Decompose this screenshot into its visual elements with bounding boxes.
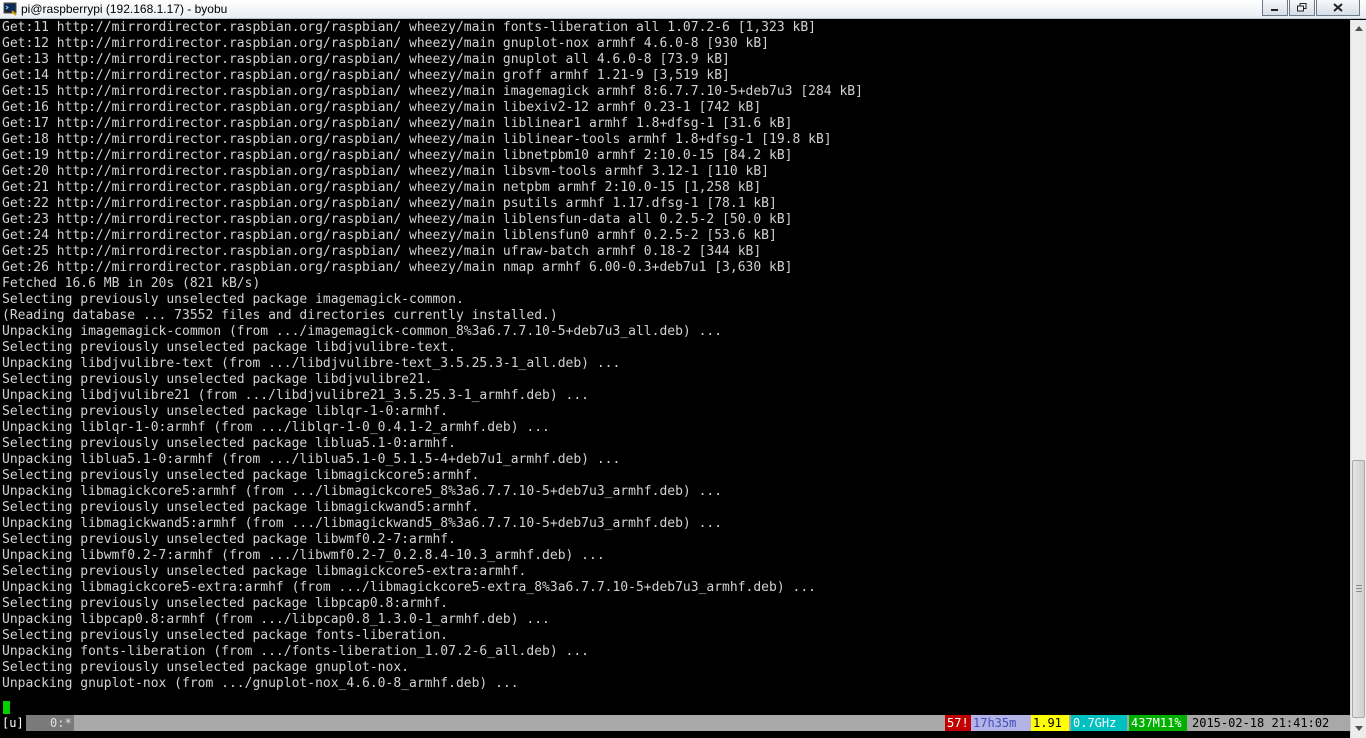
terminal-line: Get:21 http://mirrordirector.raspbian.or…	[2, 180, 762, 195]
datetime-indicator: 2015-02-18 21:41:02	[1192, 716, 1330, 730]
terminal-line: Get:15 http://mirrordirector.raspbian.or…	[2, 84, 863, 99]
terminal-output[interactable]: Get:11 http://mirrordirector.raspbian.or…	[0, 20, 1350, 715]
terminal-line: Get:22 http://mirrordirector.raspbian.or…	[2, 196, 777, 211]
scroll-down-button[interactable]	[1351, 720, 1366, 736]
uptime-indicator: 17h35m	[971, 715, 1031, 731]
restore-icon	[1297, 3, 1307, 12]
terminal-line: Selecting previously unselected package …	[2, 436, 456, 451]
terminal-line: Get:26 http://mirrordirector.raspbian.or…	[2, 260, 793, 275]
byobu-status-bar: [u] 0:* 57! 17h35m 1.91 0.7GHz 437M11% 2…	[0, 715, 1350, 731]
terminal-line: Selecting previously unselected package …	[2, 500, 480, 515]
arrow-down-icon	[1354, 725, 1363, 731]
terminal-line: Selecting previously unselected package …	[2, 372, 433, 387]
terminal-line: Get:24 http://mirrordirector.raspbian.or…	[2, 228, 777, 243]
maximize-button[interactable]	[1289, 0, 1315, 16]
window-title: pi@raspberrypi (192.168.1.17) - byobu	[21, 2, 228, 16]
terminal-line: Selecting previously unselected package …	[2, 404, 449, 419]
minimize-icon	[1271, 8, 1278, 11]
window-controls	[1262, 0, 1360, 16]
terminal-line: Unpacking liblqr-1-0:armhf (from .../lib…	[2, 420, 550, 435]
minimize-button[interactable]	[1262, 0, 1288, 16]
memory-usage-indicator: 437M11%	[1129, 715, 1187, 731]
close-button[interactable]	[1316, 0, 1360, 16]
terminal-line: Unpacking gnuplot-nox (from .../gnuplot-…	[2, 676, 519, 691]
terminal-line: Selecting previously unselected package …	[2, 532, 456, 547]
terminal-line: Unpacking libmagickcore5:armhf (from ...…	[2, 484, 723, 499]
terminal-line: Selecting previously unselected package …	[2, 340, 456, 355]
terminal-line: Get:25 http://mirrordirector.raspbian.or…	[2, 244, 762, 259]
terminal-line: Selecting previously unselected package …	[2, 292, 464, 307]
terminal-line: Get:16 http://mirrordirector.raspbian.or…	[2, 100, 762, 115]
session-indicator: [u]	[0, 715, 26, 731]
terminal-line: Get:17 http://mirrordirector.raspbian.or…	[2, 116, 793, 131]
title-bar[interactable]: pi@raspberrypi (192.168.1.17) - byobu	[0, 0, 1366, 19]
terminal-bottom-edge	[0, 731, 1350, 738]
terminal-line: Get:14 http://mirrordirector.raspbian.or…	[2, 68, 730, 83]
close-icon	[1333, 3, 1343, 12]
terminal-line: Unpacking liblua5.1-0:armhf (from .../li…	[2, 452, 621, 467]
status-spacer	[26, 715, 48, 731]
scrollbar-thumb[interactable]	[1352, 460, 1365, 718]
putty-terminal-icon	[3, 2, 17, 16]
terminal-line: Unpacking libwmf0.2-7:armhf (from .../li…	[2, 548, 605, 563]
terminal-line: Unpacking fonts-liberation (from .../fon…	[2, 644, 589, 659]
vertical-scrollbar[interactable]	[1350, 20, 1366, 738]
terminal-line: Get:20 http://mirrordirector.raspbian.or…	[2, 164, 770, 179]
terminal-line: Unpacking libdjvulibre21 (from .../libdj…	[2, 388, 589, 403]
terminal-line: Get:13 http://mirrordirector.raspbian.or…	[2, 52, 730, 67]
terminal-line: Unpacking imagemagick-common (from .../i…	[2, 324, 723, 339]
terminal-line: Unpacking libpcap0.8:armhf (from .../lib…	[2, 612, 550, 627]
terminal-line: Fetched 16.6 MB in 20s (821 kB/s)	[2, 276, 261, 291]
terminal-cursor	[3, 701, 10, 714]
terminal-line: Get:18 http://mirrordirector.raspbian.or…	[2, 132, 832, 147]
terminal-line: Selecting previously unselected package …	[2, 660, 409, 675]
terminal-line: Get:11 http://mirrordirector.raspbian.or…	[2, 20, 816, 35]
terminal-line: Selecting previously unselected package …	[2, 468, 480, 483]
arrow-up-icon	[1354, 25, 1363, 31]
scroll-up-button[interactable]	[1351, 20, 1366, 36]
terminal-line: Unpacking libmagickwand5:armhf (from ...…	[2, 516, 723, 531]
terminal-line: Get:12 http://mirrordirector.raspbian.or…	[2, 36, 770, 51]
terminal-line: Selecting previously unselected package …	[2, 628, 449, 643]
terminal-line: Unpacking libmagickcore5-extra:armhf (fr…	[2, 580, 816, 595]
updates-available-badge: 57!	[945, 715, 971, 731]
terminal-line: Selecting previously unselected package …	[2, 564, 527, 579]
terminal-window: pi@raspberrypi (192.168.1.17) - byobu Ge…	[0, 0, 1366, 738]
window-tab-0[interactable]: 0:*	[48, 715, 74, 731]
grip-icon	[1356, 585, 1362, 593]
terminal-line: Selecting previously unselected package …	[2, 596, 449, 611]
load-average-indicator: 1.91	[1031, 715, 1069, 731]
terminal-line: Unpacking libdjvulibre-text (from .../li…	[2, 356, 621, 371]
terminal-line: Get:23 http://mirrordirector.raspbian.or…	[2, 212, 793, 227]
terminal-line: (Reading database ... 73552 files and di…	[2, 308, 558, 323]
terminal-line: Get:19 http://mirrordirector.raspbian.or…	[2, 148, 793, 163]
cpu-frequency-indicator: 0.7GHz	[1071, 715, 1127, 731]
